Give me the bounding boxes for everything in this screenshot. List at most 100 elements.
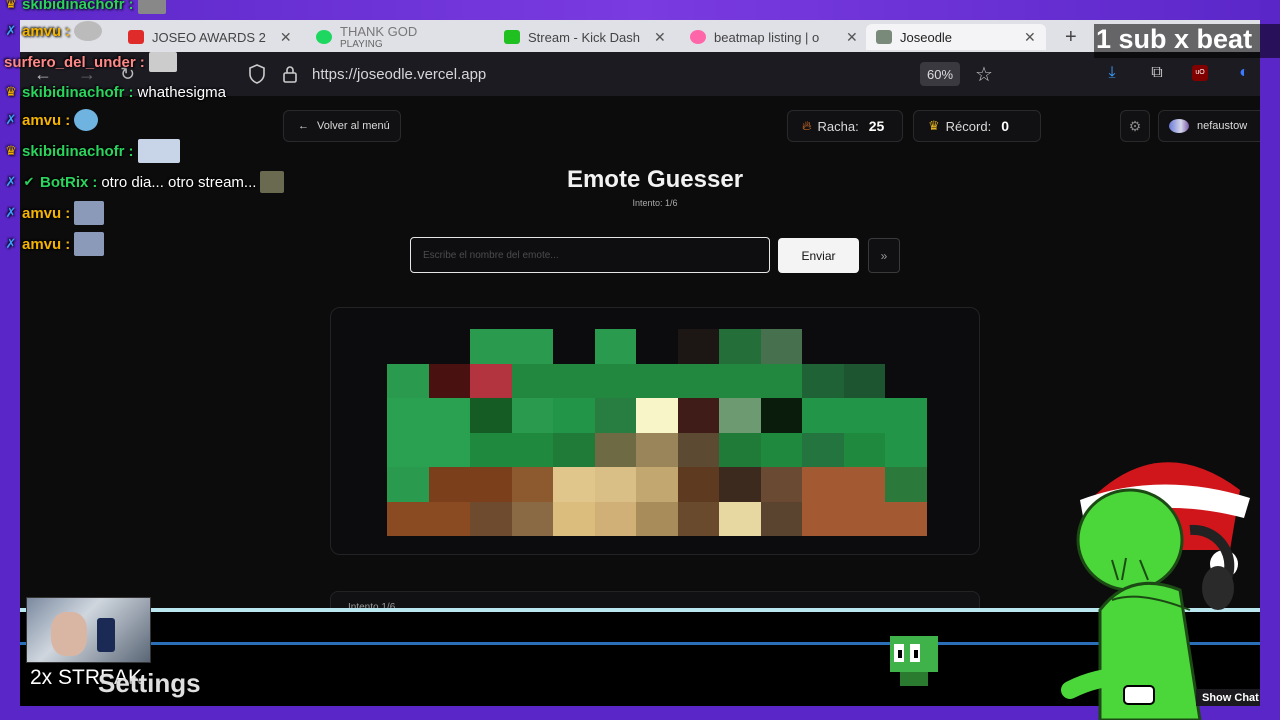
emote-pixel	[802, 501, 844, 536]
tab-joseodle[interactable]: Joseodle ✕	[866, 24, 1046, 50]
emote-pixel	[594, 432, 637, 467]
tab-beatmap-listing[interactable]: beatmap listing | o ✕	[690, 24, 880, 50]
chat-emote	[74, 21, 103, 41]
emote-pixel	[677, 398, 720, 433]
sword-icon: ✗	[5, 236, 17, 251]
emote-pixel	[387, 467, 429, 502]
emote-pixel	[760, 363, 803, 398]
record-counter: ♛ Récord: 0	[913, 110, 1041, 142]
emote-preview-card	[330, 307, 980, 555]
chat-emote	[74, 109, 99, 131]
emote-pixel	[428, 398, 471, 433]
send-button[interactable]: Enviar	[778, 238, 859, 273]
phone-icon	[97, 618, 115, 652]
emote-pixel	[719, 398, 761, 433]
chat-emote	[260, 171, 285, 193]
emote-pixel	[511, 432, 554, 467]
emote-pixel	[387, 329, 429, 364]
emote-pixel	[760, 467, 803, 502]
emote-pixel	[387, 432, 429, 467]
emote-pixel	[594, 501, 637, 536]
chat-message: ♛ skibidinachofr:	[4, 0, 166, 16]
webcam-face	[51, 612, 87, 656]
zoom-level-button[interactable]: 60%	[920, 62, 960, 86]
emote-pixel	[428, 329, 471, 364]
crown-icon: ♛	[5, 0, 17, 11]
emote-pixel	[470, 432, 512, 467]
kick-icon	[504, 30, 520, 44]
emote-pixel	[677, 329, 720, 364]
emote-pixel	[636, 363, 678, 398]
sword-icon: ✗	[5, 174, 17, 189]
chat-emote	[137, 139, 180, 163]
emote-pixel	[553, 501, 595, 536]
emote-pixel	[594, 329, 637, 364]
emote-pixel	[885, 398, 927, 433]
chat-message: ✗ amvu:	[4, 19, 103, 43]
sword-icon: ✗	[5, 23, 17, 38]
chat-message: ✗ amvu:	[4, 108, 99, 132]
chat-emote	[148, 52, 177, 72]
settings-gear-button[interactable]: ⚙	[1120, 110, 1150, 142]
chat-message: ✗ amvu:	[4, 232, 105, 256]
url-field[interactable]: https://joseodle.vercel.app	[312, 66, 486, 83]
sword-icon: ✗	[5, 205, 17, 220]
emote-pixel	[511, 398, 554, 433]
chat-emote	[74, 232, 105, 256]
emote-pixel	[719, 363, 761, 398]
emote-pixel	[885, 363, 927, 398]
emote-pixel	[387, 501, 429, 536]
skip-button[interactable]: »	[868, 238, 900, 273]
emote-pixel	[677, 467, 720, 502]
chat-emote	[137, 0, 166, 14]
download-icon[interactable]: ⤓	[1102, 63, 1122, 83]
emote-pixel	[594, 467, 637, 502]
stream-chat-overlay: ♛ skibidinachofr: ✗ amvu: surfero_del_un…	[0, 0, 320, 270]
tab-spotify[interactable]: THANK GOD PLAYING	[316, 24, 496, 50]
settings-text: Settings	[98, 668, 201, 698]
emote-pixel	[760, 501, 803, 536]
flame-icon: 🔥︎	[802, 118, 812, 133]
close-icon[interactable]: ✕	[1024, 29, 1036, 46]
ublock-icon[interactable]: uO	[1190, 63, 1210, 83]
emote-pixel	[470, 501, 512, 536]
profile-icon[interactable]: ◐	[1234, 63, 1254, 83]
emote-pixel	[387, 398, 429, 433]
show-chat-button[interactable]: Show Chat	[1196, 689, 1260, 706]
emote-pixel	[636, 329, 678, 364]
emote-pixel	[428, 432, 471, 467]
close-icon[interactable]: ✕	[654, 29, 666, 46]
pixelated-emote-image	[387, 329, 927, 536]
chat-emote	[74, 201, 105, 225]
emote-pixel	[428, 501, 471, 536]
emote-pixel	[843, 432, 886, 467]
emote-pixel	[885, 501, 927, 536]
tab-kick-dashboard[interactable]: Stream - Kick Dash ✕	[504, 24, 674, 50]
emote-pixel	[428, 467, 471, 502]
emote-guess-input[interactable]	[410, 237, 770, 273]
emote-pixel	[719, 467, 761, 502]
close-icon[interactable]: ✕	[846, 29, 858, 46]
emote-pixel	[511, 467, 554, 502]
crown-icon: ♛	[5, 143, 17, 158]
avatar	[1169, 119, 1189, 133]
emote-pixel	[594, 398, 637, 433]
green-character-avatar	[1061, 462, 1250, 720]
emote-pixel	[677, 501, 720, 536]
emote-pixel	[636, 467, 678, 502]
emote-pixel	[760, 398, 803, 433]
chat-message: ♛ skibidinachofr:	[4, 139, 180, 163]
emote-pixel	[428, 363, 471, 398]
extensions-icon[interactable]: ⧉	[1147, 63, 1167, 83]
emote-pixel	[885, 432, 927, 467]
emote-pixel	[760, 329, 803, 364]
new-tab-button[interactable]: +	[1065, 26, 1077, 49]
emote-pixel	[843, 398, 886, 433]
joseodle-favicon-icon	[876, 30, 892, 44]
emote-pixel	[802, 398, 844, 433]
user-profile-button[interactable]: nefaustow	[1158, 110, 1260, 142]
chat-message: surfero_del_under:	[4, 50, 177, 74]
bookmark-star-icon[interactable]: ☆	[975, 62, 993, 87]
emote-pixel	[553, 432, 595, 467]
emote-pixel	[843, 467, 886, 502]
